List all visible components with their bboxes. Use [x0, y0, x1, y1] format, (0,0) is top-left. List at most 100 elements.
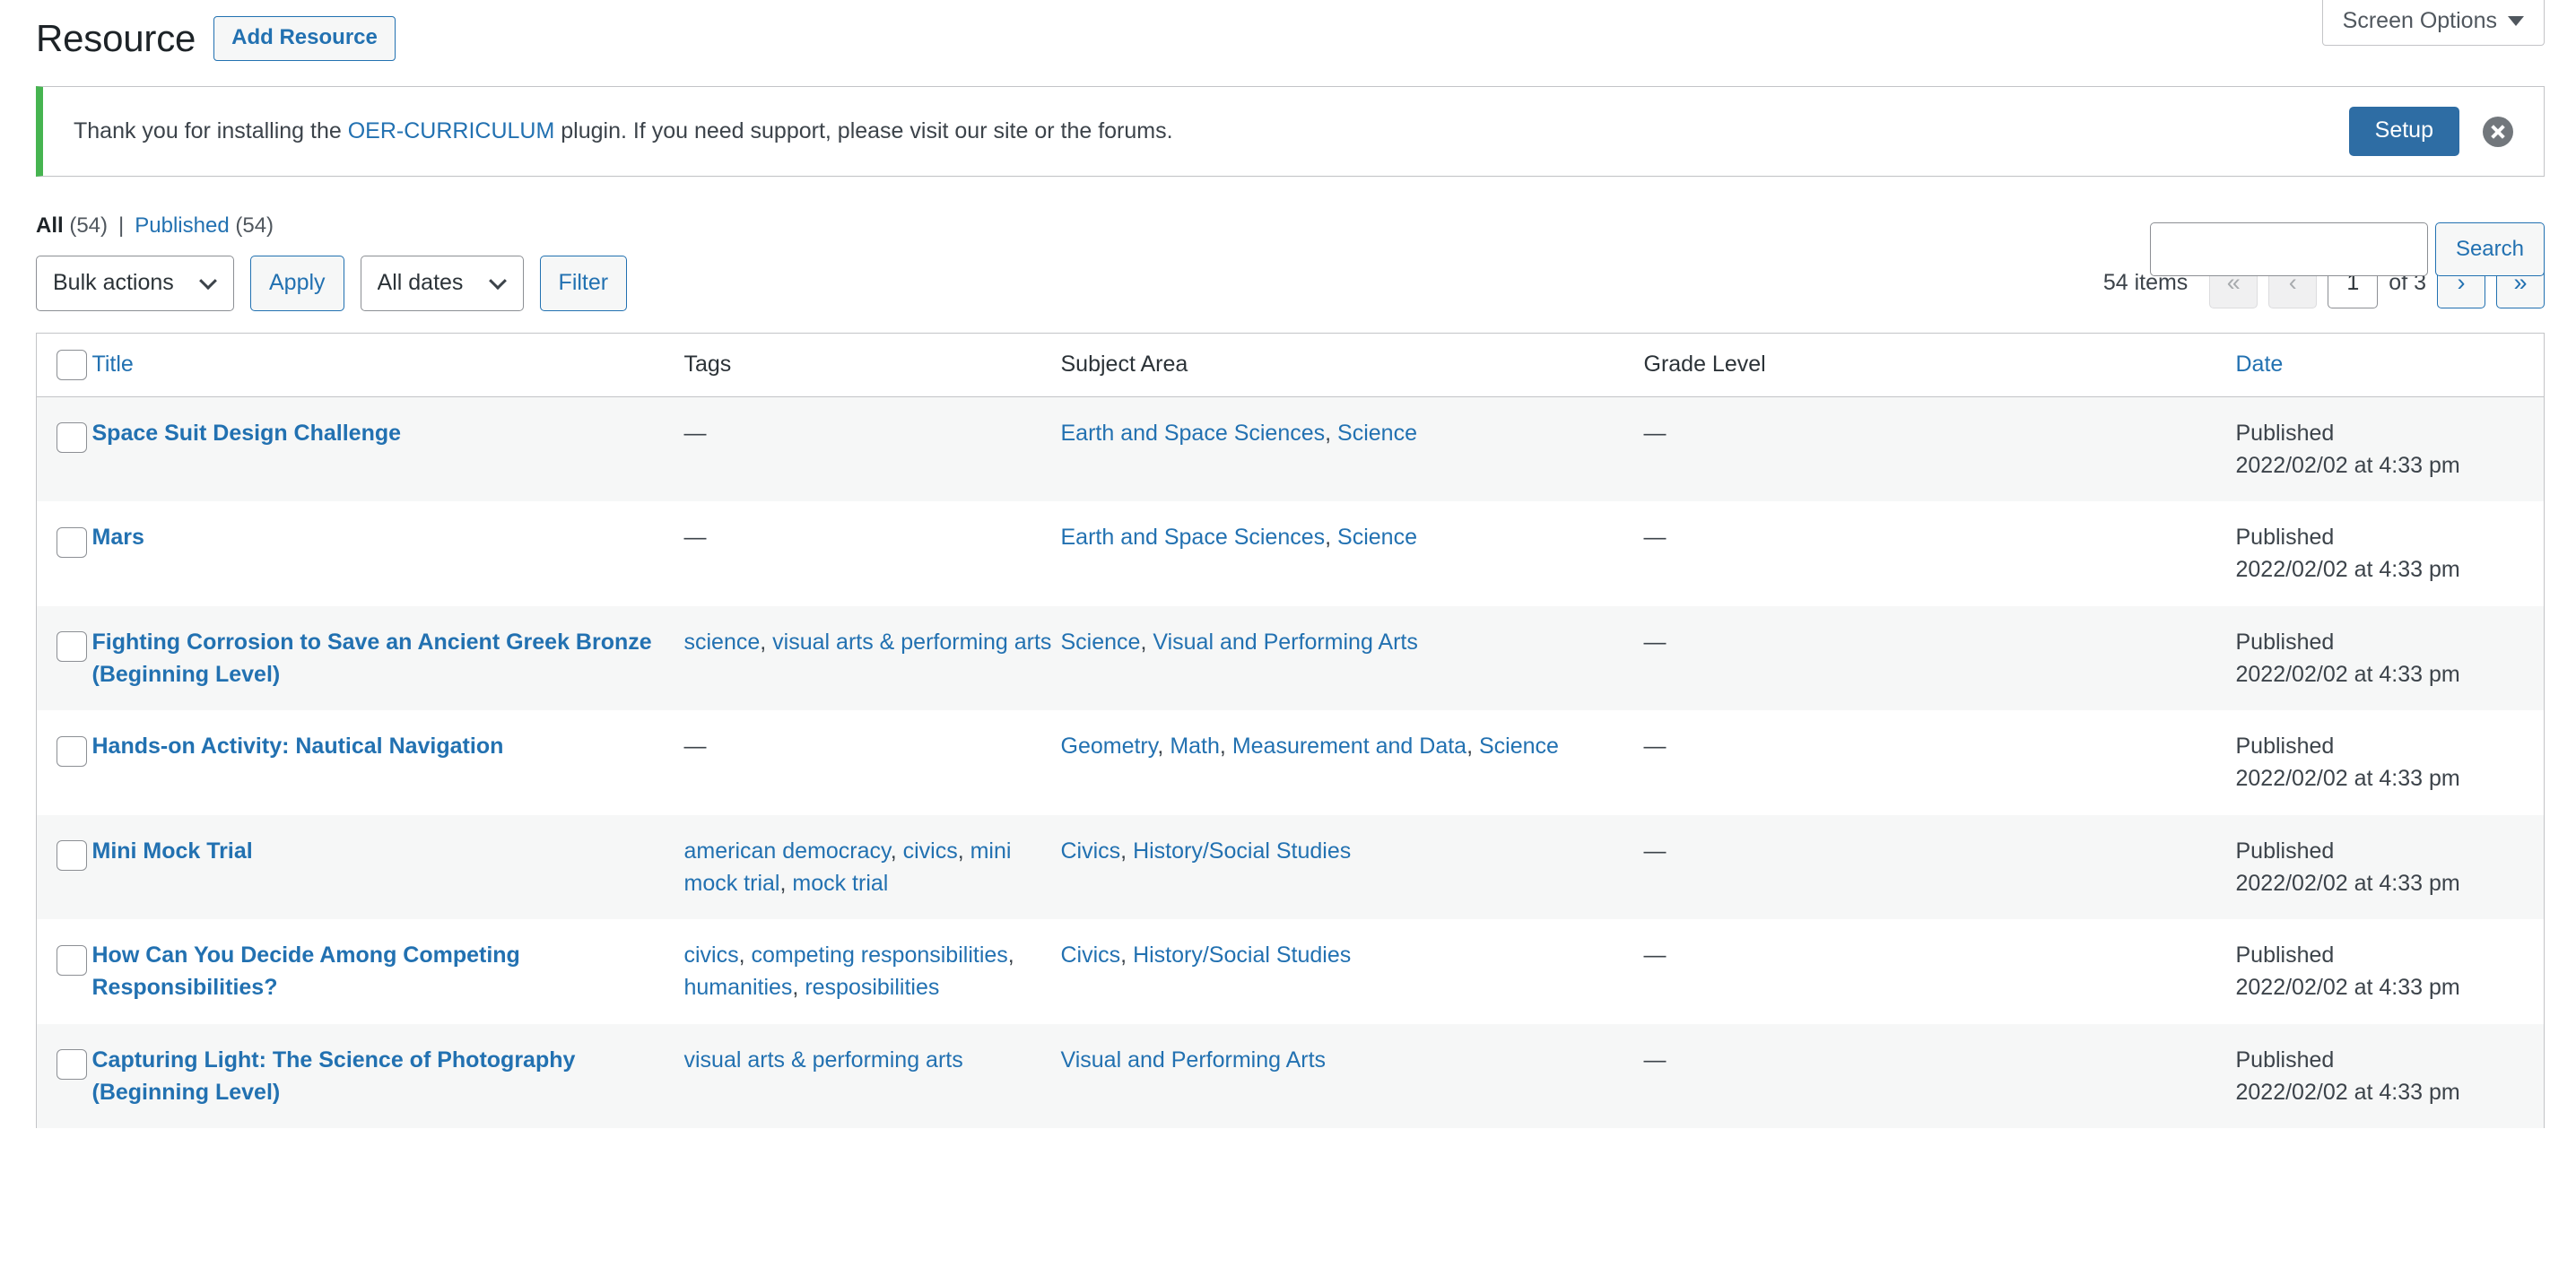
row-checkbox[interactable]	[57, 840, 87, 872]
tag-link[interactable]: competing responsibilities	[752, 942, 1008, 968]
tag-link[interactable]: civics	[903, 838, 958, 864]
row-title-link[interactable]: Mars	[92, 525, 144, 550]
row-title-cell: Mini Mock Trial	[92, 815, 684, 920]
row-date-status: Published	[2235, 420, 2335, 446]
column-header-grade-level: Grade Level	[1643, 333, 2236, 397]
subject-link[interactable]: Visual and Performing Arts	[1153, 630, 1418, 655]
row-grade-level-cell: —	[1643, 420, 1667, 446]
row-checkbox[interactable]	[57, 1049, 87, 1081]
tag-link[interactable]: visual arts & performing arts	[772, 630, 1051, 655]
sort-by-title-link[interactable]: Title	[92, 352, 134, 377]
row-checkbox[interactable]	[57, 422, 87, 454]
row-date-value: 2022/02/02 at 4:33 pm	[2235, 766, 2460, 792]
search-input[interactable]	[2149, 222, 2428, 276]
empty-dash: —	[683, 420, 707, 446]
tag-link[interactable]: resposibilities	[805, 975, 939, 1000]
subject-link[interactable]: Science	[1337, 421, 1417, 446]
subject-link[interactable]: Geometry	[1061, 734, 1158, 759]
sort-by-date-link[interactable]: Date	[2236, 352, 2284, 377]
subject-link[interactable]: History/Social Studies	[1133, 838, 1351, 864]
row-date-cell: Published 2022/02/02 at 4:33 pm	[2236, 919, 2545, 1024]
row-date-cell: Published 2022/02/02 at 4:33 pm	[2236, 710, 2545, 815]
subject-link[interactable]: Civics	[1061, 942, 1121, 968]
tag-link[interactable]: civics	[684, 942, 739, 968]
screen-options-button[interactable]: Screen Options	[2321, 0, 2545, 46]
subject-link[interactable]: Science	[1061, 630, 1141, 655]
subject-link[interactable]: History/Social Studies	[1133, 942, 1351, 968]
notice-text: Thank you for installing the OER-CURRICU…	[74, 115, 2328, 149]
bulk-action-controls: Bulk actions Apply All dates Filter	[36, 255, 628, 311]
row-select-cell	[37, 396, 92, 501]
status-separator: |	[118, 213, 125, 239]
row-title-link[interactable]: Fighting Corrosion to Save an Ancient Gr…	[92, 630, 652, 687]
row-grade-level-cell: —	[1643, 525, 1667, 551]
table-header-row: Title Tags Subject Area Grade Level Date	[36, 333, 2545, 397]
subject-link[interactable]: Measurement and Data	[1232, 734, 1466, 759]
row-title-link[interactable]: How Can You Decide Among Competing Respo…	[92, 942, 520, 1000]
status-all-label[interactable]: All	[36, 213, 64, 238]
filter-button[interactable]: Filter	[539, 255, 628, 311]
row-title-cell: Fighting Corrosion to Save an Ancient Gr…	[92, 606, 684, 711]
row-title-link[interactable]: Hands-on Activity: Nautical Navigation	[92, 734, 504, 759]
page-header: Resource Add Resource	[36, 16, 2545, 61]
search-button[interactable]: Search	[2434, 222, 2545, 276]
row-select-cell	[37, 501, 92, 606]
row-title-link[interactable]: Capturing Light: The Science of Photogra…	[92, 1047, 576, 1105]
row-date-value: 2022/02/02 at 4:33 pm	[2235, 452, 2460, 478]
oer-curriculum-link[interactable]: OER-CURRICULUM	[348, 118, 555, 143]
screen-options-label: Screen Options	[2342, 8, 2497, 33]
subject-link[interactable]: Earth and Space Sciences	[1061, 525, 1326, 550]
tag-link[interactable]: science	[684, 630, 761, 655]
row-checkbox[interactable]	[57, 631, 87, 663]
row-date-status: Published	[2235, 525, 2335, 551]
row-select-cell	[37, 1024, 92, 1129]
status-link-published[interactable]: Published (54)	[135, 211, 274, 241]
notice-text-before: Thank you for installing the	[74, 118, 348, 144]
subject-link[interactable]: Math	[1170, 734, 1220, 759]
close-circle-icon[interactable]	[2483, 116, 2513, 147]
row-title-cell: Hands-on Activity: Nautical Navigation	[92, 710, 684, 815]
row-tags-cell: american democracy, civics, mini mock tr…	[683, 838, 1012, 896]
tag-link[interactable]: humanities	[684, 975, 793, 1000]
row-title-link[interactable]: Space Suit Design Challenge	[92, 421, 402, 446]
notice-text-after: plugin. If you need support, please visi…	[554, 118, 1173, 144]
row-title-cell: Capturing Light: The Science of Photogra…	[92, 1024, 684, 1129]
subject-link[interactable]: Science	[1479, 734, 1559, 759]
date-filter-select[interactable]: All dates	[360, 255, 524, 311]
plugin-install-notice: Thank you for installing the OER-CURRICU…	[36, 86, 2545, 178]
column-header-subject-area: Subject Area	[1060, 333, 1644, 397]
tag-link[interactable]: mock trial	[792, 871, 888, 896]
row-tags-cell: science, visual arts & performing arts	[683, 629, 1052, 655]
subject-link[interactable]: Science	[1337, 525, 1417, 550]
subject-link[interactable]: Earth and Space Sciences	[1061, 421, 1326, 446]
row-checkbox[interactable]	[57, 526, 87, 558]
apply-button[interactable]: Apply	[250, 255, 344, 311]
row-select-cell	[37, 606, 92, 711]
row-title-cell: How Can You Decide Among Competing Respo…	[92, 919, 684, 1024]
tag-link[interactable]: visual arts & performing arts	[684, 1047, 963, 1073]
row-date-status: Published	[2235, 734, 2335, 760]
row-checkbox[interactable]	[57, 944, 87, 976]
status-published-label[interactable]: Published	[135, 213, 229, 238]
row-select-cell	[37, 710, 92, 815]
search-box: Search	[2149, 222, 2545, 276]
row-select-cell	[37, 919, 92, 1024]
row-date-value: 2022/02/02 at 4:33 pm	[2235, 975, 2460, 1001]
notice-actions: Setup	[2348, 107, 2513, 157]
setup-button[interactable]: Setup	[2348, 107, 2459, 157]
resources-table: Title Tags Subject Area Grade Level Date…	[36, 332, 2545, 1129]
row-title-link[interactable]: Mini Mock Trial	[92, 838, 253, 864]
add-resource-button[interactable]: Add Resource	[213, 16, 396, 61]
tag-link[interactable]: american democracy	[684, 838, 891, 864]
table-head: Title Tags Subject Area Grade Level Date	[36, 333, 2545, 397]
bulk-actions-select[interactable]: Bulk actions	[36, 255, 234, 311]
row-checkbox[interactable]	[57, 735, 87, 767]
row-date-cell: Published 2022/02/02 at 4:33 pm	[2236, 396, 2545, 501]
date-filter-select-wrap: All dates	[360, 255, 524, 311]
status-link-all[interactable]: All (54)	[36, 211, 108, 241]
subject-link[interactable]: Civics	[1061, 838, 1121, 864]
select-all-checkbox[interactable]	[57, 349, 87, 380]
table-row: Space Suit Design Challenge — Earth and Sp…	[36, 396, 2545, 502]
empty-dash: —	[683, 734, 707, 760]
subject-link[interactable]: Visual and Performing Arts	[1061, 1047, 1327, 1073]
